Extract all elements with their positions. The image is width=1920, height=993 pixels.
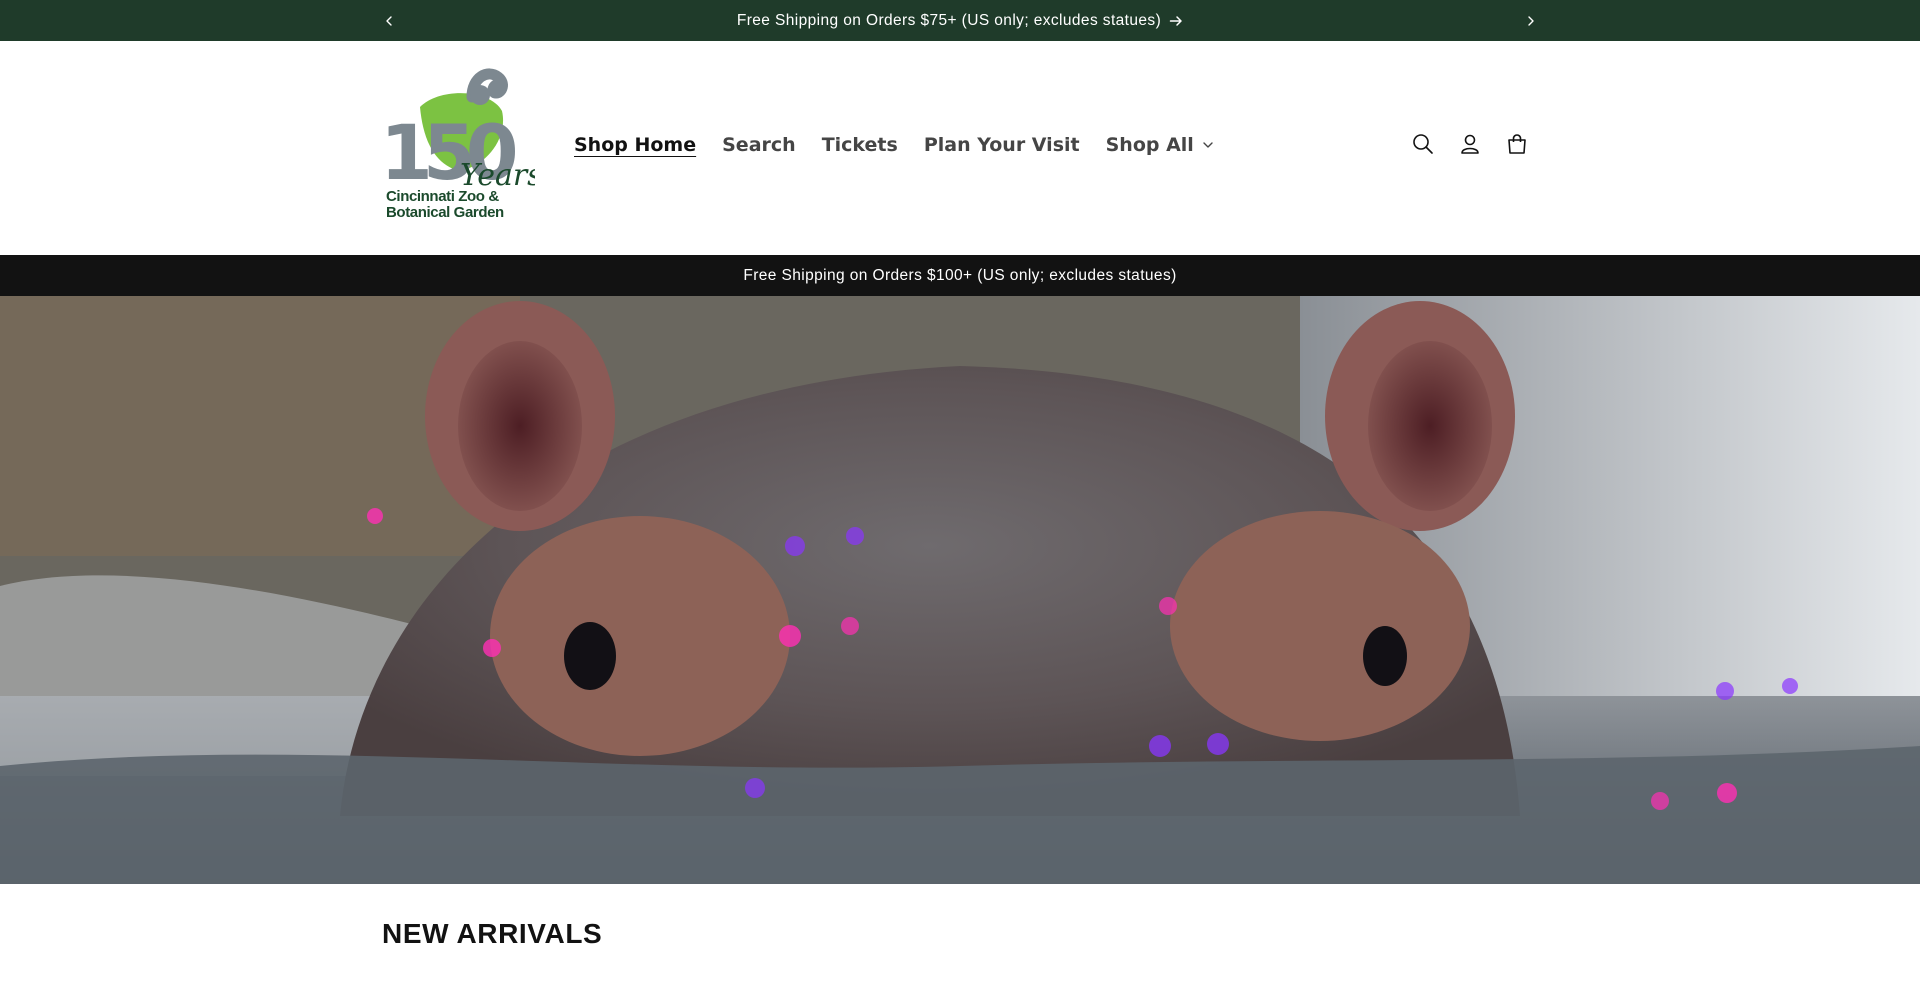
main-nav: Shop Home Search Tickets Plan Your Visit… — [574, 134, 1240, 156]
announcement-text: Free Shipping on Orders $75+ (US only; e… — [736, 11, 1162, 29]
logo-wordmark-line2: Botanical Garden — [386, 204, 504, 221]
search-icon — [1413, 134, 1433, 154]
announcement-prev-button[interactable] — [374, 6, 404, 36]
zoo-logo[interactable]: 150 Years Cincinnati Zoo & Botanical Gar… — [380, 67, 543, 227]
secondary-announcement-bar: Free Shipping on Orders $100+ (US only; … — [0, 255, 1920, 296]
hero-banner[interactable] — [0, 296, 1920, 884]
logo-script-text: Years — [460, 158, 535, 189]
announcement-link[interactable]: Free Shipping on Orders $75+ (US only; e… — [737, 12, 1183, 30]
cart-icon — [1508, 134, 1526, 154]
hero-hippo-image — [0, 296, 1920, 884]
nav-shop-all[interactable]: Shop All — [1106, 134, 1214, 156]
site-header: 150 Years Cincinnati Zoo & Botanical Gar… — [0, 41, 1920, 255]
header-search-button[interactable] — [1410, 131, 1436, 157]
nav-tickets[interactable]: Tickets — [822, 134, 898, 156]
secondary-announcement-text: Free Shipping on Orders $100+ (US only; … — [743, 266, 1177, 284]
announcement-bar: Free Shipping on Orders $75+ (US only; e… — [0, 0, 1920, 41]
header-account-button[interactable] — [1457, 131, 1483, 157]
arrow-right-icon — [1169, 15, 1182, 26]
announcement-next-button[interactable] — [1516, 6, 1546, 36]
logo-wordmark: Cincinnati Zoo & Botanical Garden — [386, 189, 536, 221]
new-arrivals-heading: NEW ARRIVALS — [382, 918, 603, 949]
logo-wordmark-line1: Cincinnati Zoo & — [386, 188, 499, 205]
nav-plan-your-visit[interactable]: Plan Your Visit — [924, 134, 1080, 156]
account-icon — [1461, 134, 1479, 154]
header-cart-button[interactable] — [1504, 131, 1530, 157]
nav-shop-all-label: Shop All — [1105, 134, 1194, 156]
chevron-right-icon — [1528, 16, 1534, 26]
chevron-left-icon — [386, 16, 392, 26]
nav-search[interactable]: Search — [722, 134, 796, 156]
logo-graphic: 150 Years — [380, 68, 543, 197]
header-icons — [1410, 131, 1530, 157]
chevron-down-icon — [1203, 142, 1213, 148]
nav-shop-home[interactable]: Shop Home — [574, 134, 696, 156]
